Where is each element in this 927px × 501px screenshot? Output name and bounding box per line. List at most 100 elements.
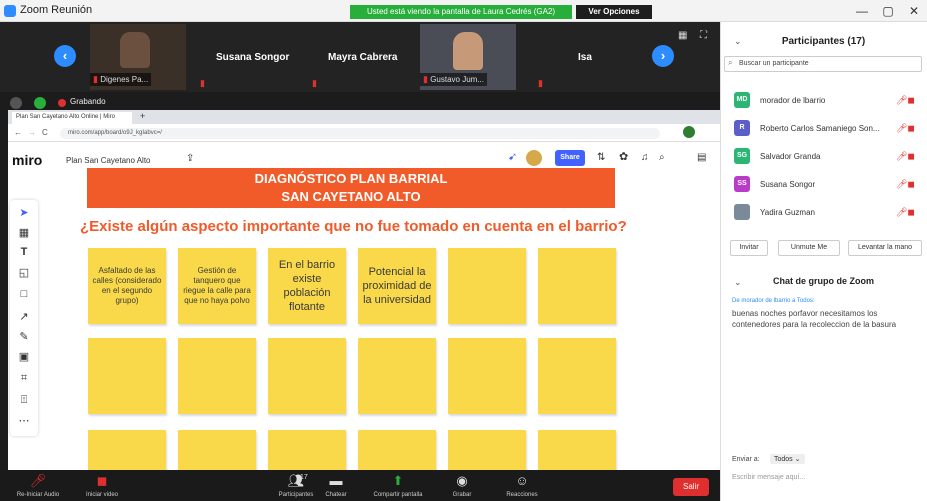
invite-button[interactable]: Invitar (730, 240, 768, 256)
board-question: ¿Existe algún aspecto importante que no … (80, 218, 627, 235)
notifications-icon[interactable]: ♫ (641, 152, 649, 163)
maximize-icon[interactable]: ▢ (878, 4, 898, 18)
back-icon[interactable]: ← (14, 128, 22, 137)
sticky-note-empty[interactable] (178, 338, 256, 414)
sticky-note-tool-icon[interactable]: ◱ (17, 266, 31, 279)
reload-icon[interactable]: C (42, 128, 48, 137)
participant-name[interactable]: Susana Songor (760, 180, 815, 189)
sticky-note-empty[interactable] (448, 338, 526, 414)
leave-button[interactable]: Salir (673, 478, 709, 496)
board-title-line-2: SAN CAYETANO ALTO (281, 189, 421, 204)
video-tile-1[interactable]: ▮ Digenes Pa... (90, 24, 186, 90)
video-off-icon[interactable]: ◼ (82, 473, 122, 489)
sticky-note-empty[interactable] (268, 338, 346, 414)
view-options-button[interactable]: Ver Opciones (576, 5, 652, 19)
chat-button-label[interactable]: Chatear (301, 492, 371, 498)
profile-avatar[interactable] (683, 126, 695, 138)
person-silhouette (453, 32, 483, 70)
sticky-note[interactable]: En el barrio existe población flotante (268, 248, 346, 324)
text-tool-icon[interactable]: T (17, 246, 31, 258)
connector-line-icon[interactable]: ↗ (17, 310, 31, 323)
shape-tool-icon[interactable]: □ (17, 288, 31, 300)
sticky-note-empty[interactable] (268, 430, 346, 470)
sticky-note-empty[interactable] (538, 430, 616, 470)
minimize-icon[interactable]: — (852, 4, 872, 18)
raise-hand-button[interactable]: Levantar la mano (848, 240, 922, 256)
sticky-note-empty[interactable] (88, 430, 166, 470)
muted-mic-video-off-icon: 🎤︎◼ (896, 151, 915, 161)
upload-tool-icon[interactable]: ⍐ (17, 394, 31, 407)
muted-mic-icon: ▮ (312, 78, 317, 88)
participant-search-input[interactable]: Buscar un participante (724, 56, 922, 72)
video-tile-name: ▮ Digenes Pa... (90, 73, 152, 86)
cursor-icon[interactable]: ➹ (508, 150, 517, 163)
sticky-note[interactable]: Gestión de tanquero que riegue la calle … (178, 248, 256, 324)
prev-page-arrow-icon[interactable]: ‹ (54, 45, 76, 67)
sticky-note-empty[interactable] (358, 430, 436, 470)
sticky-note[interactable] (538, 248, 616, 324)
security-shield-icon (34, 97, 46, 109)
fullscreen-icon[interactable]: ⛶ (700, 30, 707, 41)
next-page-arrow-icon[interactable]: › (652, 45, 674, 67)
participant-name[interactable]: Roberto Carlos Samaniego Son... (760, 124, 880, 133)
chat-title: Chat de grupo de Zoom (773, 276, 874, 286)
muted-mic-icon: ▮ (538, 78, 543, 88)
select-cursor-icon[interactable]: ➤ (17, 206, 31, 219)
search-icon: ⌕ (728, 58, 733, 67)
zoom-app-icon (4, 5, 16, 17)
reactions-button-label[interactable]: Reacciones (487, 492, 557, 498)
audio-button-label[interactable]: Re-Iniciar Audio (3, 492, 73, 498)
participant-name[interactable]: Yadira Guzman (760, 208, 815, 217)
new-tab-icon[interactable]: + (140, 111, 145, 121)
sticky-note[interactable]: Potencial la proximidad de la universida… (358, 248, 436, 324)
participant-name[interactable]: morador de lbarrio (760, 96, 825, 105)
video-tile-name: Mayra Cabrera (328, 52, 398, 63)
muted-mic-icon: ▮ (200, 78, 205, 88)
forward-icon[interactable]: → (28, 128, 36, 137)
gallery-view-icon[interactable]: ▦ (678, 30, 687, 41)
frame-tool-icon[interactable]: ⌗ (17, 372, 31, 385)
participant-name[interactable]: Salvador Granda (760, 152, 820, 161)
record-icon[interactable]: ◉ (442, 473, 482, 489)
board-name[interactable]: Plan San Cayetano Alto (66, 156, 151, 165)
chat-sender: De morador de lbarrio a Todos: (732, 298, 815, 304)
upload-icon[interactable]: ⇪ (186, 153, 194, 164)
share-button-label[interactable]: Compartir pantalla (363, 492, 433, 498)
chat-icon[interactable]: ▬ (316, 473, 356, 488)
sticky-note-empty[interactable] (538, 338, 616, 414)
settings-sliders-icon[interactable]: ⇅ (597, 152, 605, 163)
share-button[interactable]: Share (555, 150, 585, 166)
sticky-note-empty[interactable] (88, 338, 166, 414)
muted-mic-video-off-icon: 🎤︎◼ (896, 95, 915, 105)
miro-logo: miro (12, 152, 43, 168)
participants-icon[interactable]: 👥︎ (276, 473, 316, 489)
unmute-me-button[interactable]: Unmute Me (778, 240, 840, 256)
url-field[interactable]: miro.com/app/board/o9J_kgIabvc=/ (60, 128, 660, 139)
comment-tool-icon[interactable]: ▣ (17, 350, 31, 363)
search-icon[interactable]: ⌕ (659, 152, 665, 163)
sticky-note[interactable]: Asfaltado de las calles (considerado en … (88, 248, 166, 324)
video-tile-4[interactable]: ▮ Gustavo Jum... (420, 24, 516, 90)
chat-input[interactable]: Escribir mensaje aquí... (732, 474, 805, 481)
muted-mic-video-off-icon: 🎤︎◼ (896, 207, 915, 217)
sticky-note-empty[interactable] (448, 430, 526, 470)
share-screen-icon[interactable]: ⬆ (378, 473, 418, 489)
close-icon[interactable]: ✕ (904, 4, 924, 18)
sticky-note-empty[interactable] (178, 430, 256, 470)
avatar (734, 204, 750, 220)
video-button-label[interactable]: Iniciar video (67, 492, 137, 498)
pen-tool-icon[interactable]: ✎ (17, 330, 31, 343)
browser-tab[interactable]: Plan San Cayetano Alto Online | Miro (12, 112, 132, 124)
reactions-icon[interactable]: ✿ (619, 150, 628, 163)
muted-audio-icon[interactable]: 🎤︎ (18, 473, 58, 489)
sticky-note[interactable] (448, 248, 526, 324)
templates-icon[interactable]: ▦ (17, 226, 31, 239)
board-menu-icon[interactable]: ▤ (697, 152, 706, 163)
more-tools-icon[interactable]: ⋯ (17, 414, 31, 427)
sticky-note-empty[interactable] (358, 338, 436, 414)
reactions-smiley-icon[interactable]: ☺ (502, 473, 542, 488)
user-avatar[interactable] (526, 150, 542, 166)
board-title-line-1: DIAGNÓSTICO PLAN BARRIAL (254, 171, 448, 186)
avatar: SS (734, 176, 750, 192)
send-to-dropdown[interactable]: Todos ⌄ (770, 454, 805, 464)
